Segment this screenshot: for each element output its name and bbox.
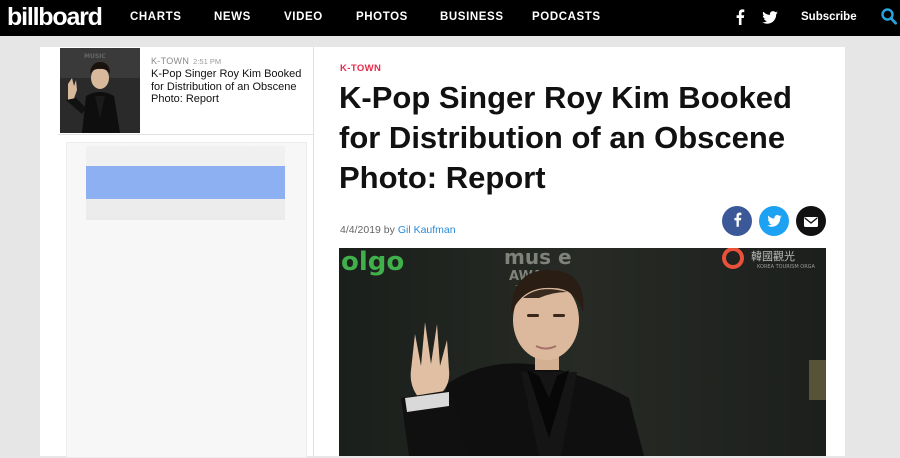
related-story-category-label: K-TOWN <box>151 56 190 66</box>
nav-link-video[interactable]: VIDEO <box>284 10 323 24</box>
related-story-time: 2:51 PM <box>193 57 222 66</box>
email-icon <box>804 212 818 231</box>
twitter-icon <box>766 212 782 231</box>
facebook-icon <box>733 212 742 231</box>
svg-text:MUSIC: MUSIC <box>84 53 106 60</box>
nav-link-podcasts[interactable]: PODCASTS <box>532 10 601 24</box>
share-twitter-button[interactable] <box>759 206 789 236</box>
article-category[interactable]: K-TOWN <box>340 63 381 74</box>
article-date: 4/4/2019 <box>340 224 381 236</box>
share-email-button[interactable] <box>796 206 826 236</box>
related-story-thumbnail[interactable]: MUSIC <box>60 48 140 133</box>
ad-blurred-banner <box>86 166 285 199</box>
article-byline: 4/4/2019 by Gil Kaufman <box>340 224 456 236</box>
article-headline: K-Pop Singer Roy Kim Booked for Distribu… <box>339 80 792 195</box>
facebook-icon[interactable] <box>731 7 749 27</box>
byline-by: by <box>383 224 395 236</box>
article-author-link[interactable]: Gil Kaufman <box>398 224 456 236</box>
nav-link-photos[interactable]: PHOTOS <box>356 10 408 24</box>
nav-link-charts[interactable]: CHARTS <box>130 10 182 24</box>
svg-text:韓國觀光: 韓國觀光 <box>751 249 795 263</box>
twitter-icon[interactable] <box>761 7 779 27</box>
svg-text:KOREA TOURISM ORGA: KOREA TOURISM ORGA <box>757 264 816 270</box>
article-hero-image[interactable]: olgo mus e AWA S 2 0 1 韓國觀光 KOREA TOURIS… <box>339 248 826 456</box>
top-nav: billboard CHARTS NEWS VIDEO PHOTOS BUSIN… <box>0 0 900 36</box>
nav-link-news[interactable]: NEWS <box>214 10 251 24</box>
search-icon[interactable] <box>881 8 898 29</box>
nav-link-business[interactable]: BUSINESS <box>440 10 504 24</box>
related-story-category: K-TOWN 2:51 PM <box>151 56 221 66</box>
share-facebook-button[interactable] <box>722 206 752 236</box>
billboard-logo[interactable]: billboard <box>7 3 103 31</box>
related-story-title[interactable]: K-Pop Singer Roy Kim Booked for Distribu… <box>151 68 311 106</box>
svg-text:olgo: olgo <box>341 248 404 277</box>
svg-text:mus e: mus e <box>504 248 572 269</box>
subscribe-button[interactable]: Subscribe <box>801 10 857 24</box>
